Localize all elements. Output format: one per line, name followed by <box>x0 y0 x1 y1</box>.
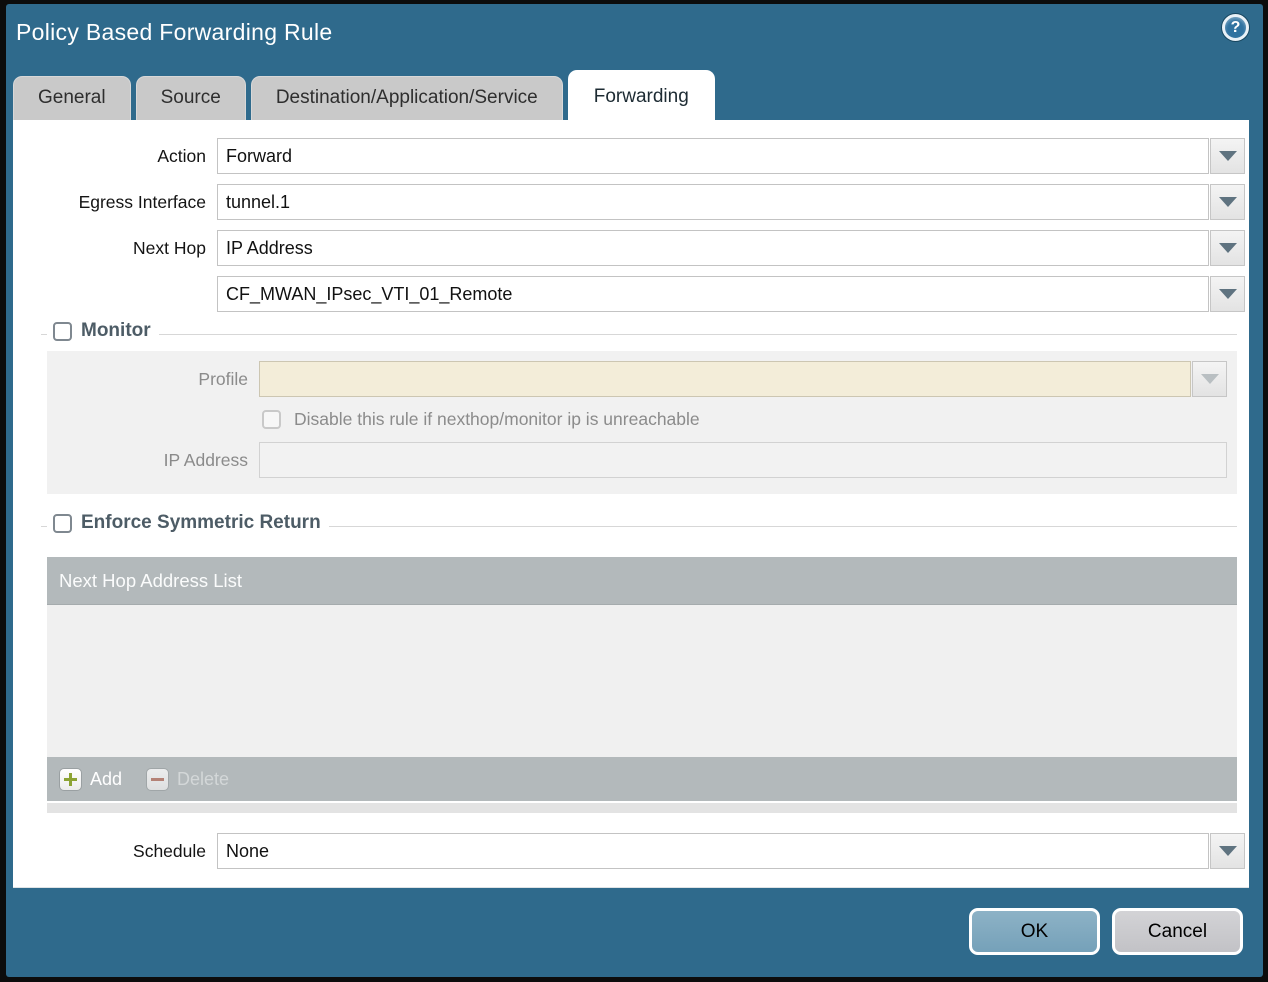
chevron-down-icon <box>1218 243 1237 253</box>
egress-interface-dropdown-button[interactable] <box>1210 184 1245 220</box>
monitor-legend-label: Monitor <box>81 320 151 341</box>
tab-bar: General Source Destination/Application/S… <box>13 66 1249 120</box>
profile-input <box>259 361 1191 397</box>
egress-interface-row: Egress Interface <box>13 184 1247 220</box>
delete-button: Delete <box>146 767 230 791</box>
monitor-fieldset-body: Profile Disable this rule if nexthop/mon… <box>47 351 1237 494</box>
title-bar: Policy Based Forwarding Rule ? <box>6 4 1263 66</box>
action-label: Action <box>157 145 206 166</box>
monitor-ip-address-row: IP Address <box>47 442 1237 478</box>
dialog-title: Policy Based Forwarding Rule <box>16 19 333 45</box>
chevron-down-icon <box>1218 197 1237 207</box>
monitor-ip-address-input <box>259 442 1227 478</box>
symmetric-return-legend: Enforce Symmetric Return <box>47 512 329 534</box>
next-hop-label: Next Hop <box>133 237 206 258</box>
minus-icon <box>146 767 170 791</box>
monitor-legend: Monitor <box>47 320 159 342</box>
action-row: Action <box>13 138 1247 174</box>
profile-dropdown-button <box>1192 361 1227 397</box>
tab-source[interactable]: Source <box>135 76 246 120</box>
plus-icon <box>59 767 82 791</box>
next-hop-address-dropdown-button[interactable] <box>1210 276 1245 312</box>
next-hop-address-list-table: Next Hop Address List Add Delete <box>47 557 1237 813</box>
schedule-dropdown-button[interactable] <box>1210 833 1245 869</box>
tab-general[interactable]: General <box>13 76 131 120</box>
egress-interface-input[interactable] <box>217 184 1209 220</box>
egress-interface-label: Egress Interface <box>78 191 206 212</box>
chevron-down-icon <box>1200 374 1219 384</box>
disable-rule-row: Disable this rule if nexthop/monitor ip … <box>262 409 1237 430</box>
symmetric-return-fieldset: Enforce Symmetric Return Next Hop Addres… <box>41 512 1237 813</box>
next-hop-address-input[interactable] <box>217 276 1209 312</box>
cancel-button[interactable]: Cancel <box>1112 908 1243 955</box>
ok-button[interactable]: OK <box>969 908 1100 955</box>
add-button-label: Add <box>90 768 123 789</box>
schedule-input[interactable] <box>217 833 1209 869</box>
tab-forwarding[interactable]: Forwarding <box>567 70 715 120</box>
symmetric-return-checkbox[interactable] <box>53 513 72 533</box>
next-hop-address-list-body[interactable] <box>47 605 1237 757</box>
schedule-row: Schedule <box>13 833 1247 869</box>
dialog-footer: OK Cancel <box>6 883 1263 977</box>
add-button[interactable]: Add <box>59 767 123 791</box>
horizontal-scrollbar[interactable] <box>47 803 1237 813</box>
symmetric-return-legend-label: Enforce Symmetric Return <box>81 512 321 533</box>
action-input[interactable] <box>217 138 1209 174</box>
table-toolbar: Add Delete <box>47 757 1237 801</box>
monitor-fieldset: Monitor Profile Disable this rule if nex… <box>41 320 1237 494</box>
profile-row: Profile <box>47 361 1237 397</box>
disable-rule-label: Disable this rule if nexthop/monitor ip … <box>294 409 700 429</box>
action-dropdown-button[interactable] <box>1210 138 1245 174</box>
monitor-checkbox[interactable] <box>53 321 72 341</box>
forwarding-tab-panel: Action Egress Interface Next Hop <box>13 120 1249 888</box>
next-hop-type-input[interactable] <box>217 230 1209 266</box>
disable-rule-checkbox <box>262 410 281 429</box>
schedule-label: Schedule <box>133 840 206 861</box>
next-hop-row: Next Hop <box>13 230 1247 266</box>
pbf-rule-dialog: Policy Based Forwarding Rule ? General S… <box>6 4 1263 977</box>
profile-label: Profile <box>198 368 248 389</box>
chevron-down-icon <box>1218 151 1237 161</box>
chevron-down-icon <box>1218 846 1237 856</box>
tab-destination-application-service[interactable]: Destination/Application/Service <box>250 76 563 120</box>
next-hop-address-list-header: Next Hop Address List <box>47 557 1237 605</box>
monitor-ip-address-label: IP Address <box>163 449 248 470</box>
delete-button-label: Delete <box>177 768 230 789</box>
chevron-down-icon <box>1218 289 1237 299</box>
next-hop-type-dropdown-button[interactable] <box>1210 230 1245 266</box>
next-hop-address-row <box>13 276 1247 312</box>
help-icon[interactable]: ? <box>1222 14 1249 41</box>
